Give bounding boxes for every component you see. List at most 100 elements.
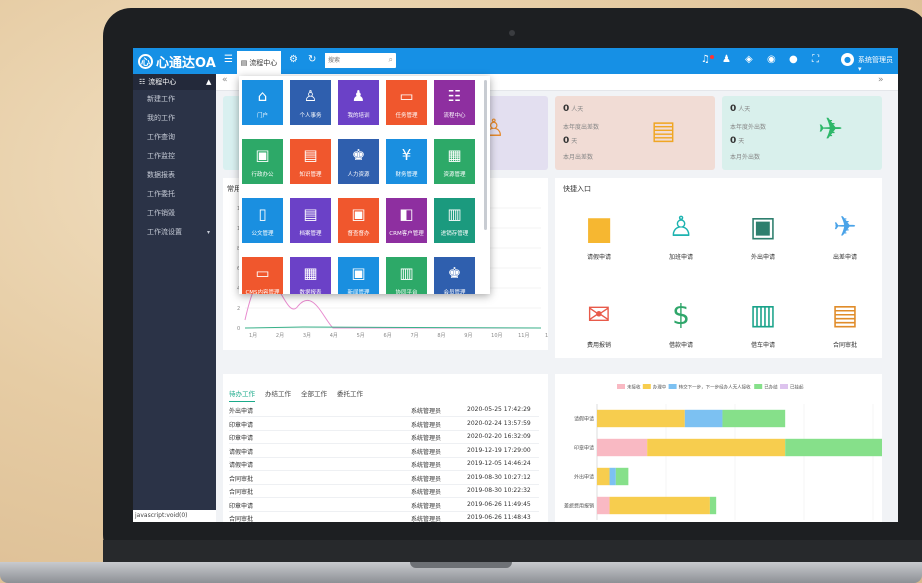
table-row[interactable]: 请假申请 系统管理员 2019-12-05 14:46:24 xyxy=(229,458,539,471)
sidebar-item[interactable]: 工作监控 xyxy=(133,147,216,166)
menu-tile[interactable]: ▥ 进销存管理 xyxy=(434,198,475,243)
contract-icon: ▤ xyxy=(831,298,859,331)
sidebar-item-label: 新建工作 xyxy=(147,95,175,103)
quick-entry-item[interactable]: ♙ 加班申请 xyxy=(651,210,711,261)
quick-entry-item[interactable]: ▣ 外出申请 xyxy=(733,210,793,261)
quick-entry-item[interactable]: ✉ 费用报销 xyxy=(569,298,629,349)
avatar-icon[interactable]: ● xyxy=(841,53,854,66)
scroll-left-icon[interactable]: « xyxy=(222,75,228,85)
bar-segment[interactable] xyxy=(785,438,882,457)
scroll-right-icon[interactable]: » xyxy=(878,75,884,85)
menu-tile[interactable]: ▥ 协同平台 xyxy=(386,257,427,294)
menu-tile[interactable]: ⌂ 门户 xyxy=(242,80,283,125)
bar-segment[interactable] xyxy=(609,467,616,486)
legend-label[interactable]: 已办结 xyxy=(764,384,778,391)
bar-segment[interactable] xyxy=(709,496,717,515)
legend-swatch[interactable] xyxy=(754,384,763,389)
task-tab[interactable]: 全部工作 xyxy=(301,388,327,398)
menu-tile-label: CRM客户管理 xyxy=(389,231,424,237)
table-row[interactable]: 印章申请 系统管理员 2020-02-24 13:57:59 xyxy=(229,418,539,431)
bar-segment[interactable] xyxy=(597,496,610,515)
menu-tile[interactable]: ▣ 新闻管理 xyxy=(338,257,379,294)
menu-tile[interactable]: ◧ CRM客户管理 xyxy=(386,198,427,243)
bell-icon[interactable]: ♫ xyxy=(701,54,710,65)
menu-tile[interactable]: ▣ 行政办公 xyxy=(242,139,283,184)
app-logo[interactable]: 心 心通达OA xyxy=(138,51,218,71)
table-row[interactable]: 印章申请 系统管理员 2019-06-26 11:49:45 xyxy=(229,499,539,512)
admin-icon: ▣ xyxy=(255,146,270,164)
menu-icon[interactable]: ☰ xyxy=(224,54,233,65)
task-tab[interactable]: 待办工作 xyxy=(229,388,255,402)
sidebar-item[interactable]: 新建工作 xyxy=(133,90,216,109)
legend-swatch[interactable] xyxy=(617,384,625,389)
sidebar-item[interactable]: 工作销毁 xyxy=(133,204,216,223)
quick-entry-item[interactable]: $ 借款申请 xyxy=(651,298,711,349)
menu-tile[interactable]: ♟ 我的培训 xyxy=(338,80,379,125)
user-icon[interactable]: ♟ xyxy=(722,54,731,65)
quick-entry-item[interactable]: ▥ 借车申请 xyxy=(733,298,793,349)
theme-icon[interactable]: ◉ xyxy=(767,54,776,65)
table-row[interactable]: 合同审批 系统管理员 2019-08-30 10:27:12 xyxy=(229,472,539,485)
tab-flow-center[interactable]: ▤ 流程中心 xyxy=(237,51,281,74)
menu-tile[interactable]: ▦ 数据报表 xyxy=(290,257,331,294)
quick-entry-item[interactable]: ✈ 出差申请 xyxy=(815,210,875,261)
bar-segment[interactable] xyxy=(597,409,685,428)
globe-icon[interactable]: ● xyxy=(789,54,798,65)
quick-entry-item[interactable]: ▤ 合同审批 xyxy=(815,298,875,349)
legend-swatch[interactable] xyxy=(642,384,651,389)
stat-card-4[interactable]: 0 人天 本年度外出数 0天 本月外出数 ✈ xyxy=(722,96,882,170)
bar-segment[interactable] xyxy=(722,409,786,428)
legend-label[interactable]: 未接收 xyxy=(627,384,641,391)
bar-segment[interactable] xyxy=(597,467,610,486)
bar-segment[interactable] xyxy=(609,496,710,515)
table-row[interactable]: 印章申请 系统管理员 2020-02-20 16:32:09 xyxy=(229,431,539,444)
menu-tile[interactable]: ▣ 督查督办 xyxy=(338,198,379,243)
menu-tile-label: 流程中心 xyxy=(443,113,466,119)
menu-tile[interactable]: ♚ 人力资源 xyxy=(338,139,379,184)
legend-label[interactable]: 办理中 xyxy=(653,384,667,391)
menu-tile[interactable]: ☷ 流程中心 xyxy=(434,80,475,125)
table-row[interactable]: 请假申请 系统管理员 2019-12-19 17:29:00 xyxy=(229,445,539,458)
table-row[interactable]: 合同审批 系统管理员 2019-08-30 10:22:32 xyxy=(229,485,539,498)
menu-tile[interactable]: ▦ 资源管理 xyxy=(434,139,475,184)
menu-tile[interactable]: ♚ 会员管理 xyxy=(434,257,475,294)
bar-segment[interactable] xyxy=(684,409,723,428)
sidebar-item[interactable]: 工作查询 xyxy=(133,128,216,147)
refresh-icon[interactable]: ↻ xyxy=(308,54,316,65)
sidebar-head[interactable]: ☷ 流程中心 ▲ xyxy=(133,74,216,90)
task-tab[interactable]: 办结工作 xyxy=(265,388,291,398)
task-tab[interactable]: 委托工作 xyxy=(337,388,363,398)
menu-tile[interactable]: ▯ 公文管理 xyxy=(242,198,283,243)
table-row[interactable]: 合同审批 系统管理员 2019-06-26 11:48:43 xyxy=(229,512,539,522)
sidebar-item[interactable]: 工作流设置 ▾ xyxy=(133,223,216,242)
sidebar-item[interactable]: 我的工作 xyxy=(133,109,216,128)
sidebar-item[interactable]: 数据报表 xyxy=(133,166,216,185)
menu-tile[interactable]: ♙ 个人事务 xyxy=(290,80,331,125)
menu-tile[interactable]: ▭ 任务管理 xyxy=(386,80,427,125)
bar-segment[interactable] xyxy=(597,438,648,457)
menu-tile[interactable]: ¥ 财务管理 xyxy=(386,139,427,184)
legend-label[interactable]: 转交下一步，下一步经办人无人接收 xyxy=(679,384,751,391)
legend-swatch[interactable] xyxy=(780,384,788,389)
search-icon[interactable]: ⌕ xyxy=(389,55,393,65)
task-user: 系统管理员 xyxy=(411,462,442,469)
menu-tile[interactable]: ▤ 档案管理 xyxy=(290,198,331,243)
menu-tile-label: CMS内容管理 xyxy=(245,290,280,294)
stat-card-3[interactable]: 0 人天 本年度出差数 0天 本月出差数 ▤ xyxy=(555,96,715,170)
legend-label[interactable]: 已挂起 xyxy=(790,384,804,391)
legend-swatch[interactable] xyxy=(668,384,677,389)
user-name[interactable]: 系统管理员 ▾ xyxy=(858,55,898,73)
sidebar-item[interactable]: 工作委托 xyxy=(133,185,216,204)
settings-icon[interactable]: ⚙ xyxy=(289,54,298,65)
menu-tile[interactable]: ▭ CMS内容管理 xyxy=(242,257,283,294)
menu-scrollbar[interactable] xyxy=(484,80,487,230)
search-input[interactable] xyxy=(325,53,386,68)
quick-entry-item[interactable]: ▆ 请假申请 xyxy=(569,210,629,261)
fullscreen-icon[interactable]: ⛶ xyxy=(812,54,819,65)
tag-icon[interactable]: ◈ xyxy=(745,54,753,65)
bar-segment[interactable] xyxy=(647,438,786,457)
bar-segment[interactable] xyxy=(615,467,629,486)
menu-tile-label: 督查督办 xyxy=(347,231,370,237)
menu-tile[interactable]: ▤ 知识管理 xyxy=(290,139,331,184)
table-row[interactable]: 外出申请 系统管理员 2020-05-25 17:42:29 xyxy=(229,404,539,417)
